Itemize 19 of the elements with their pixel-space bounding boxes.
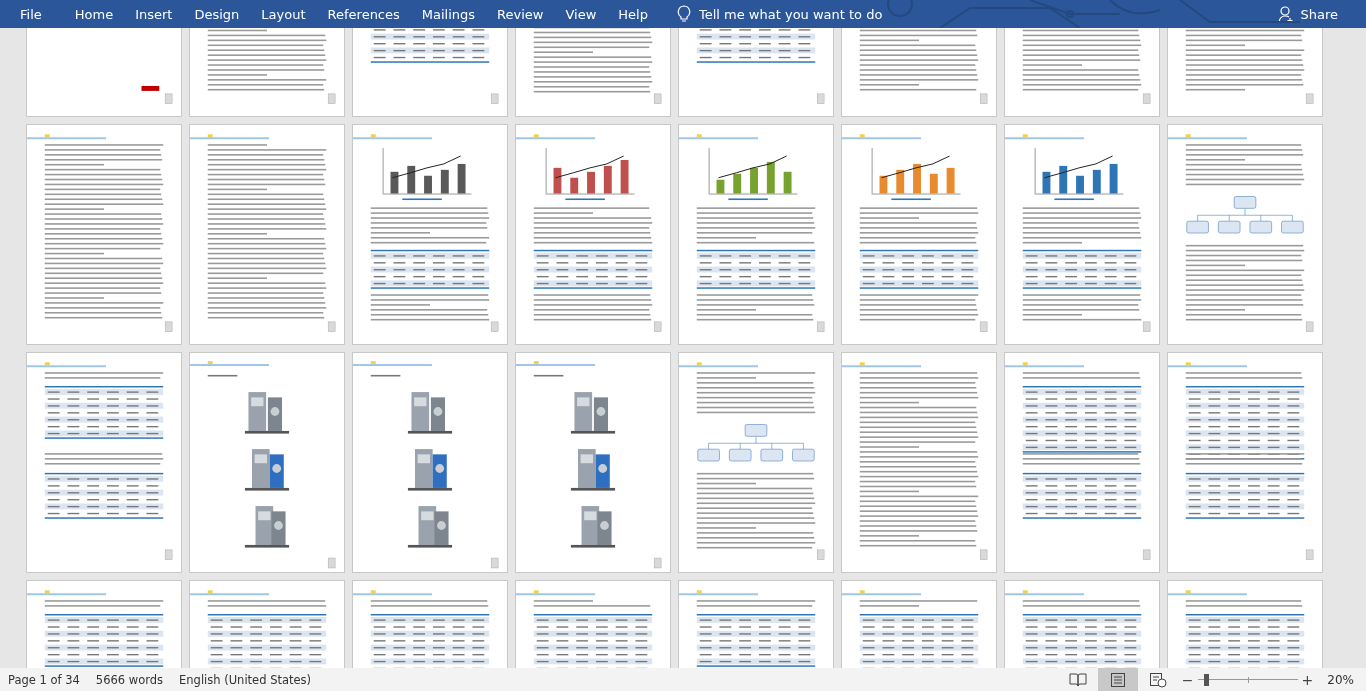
tell-me-text: Tell me what you want to do [699, 6, 883, 22]
zoom-out-button[interactable]: − [1177, 668, 1198, 691]
language: English (United States) [178, 672, 313, 687]
menu-tab[interactable]: References [316, 0, 411, 28]
word-count: 5666 words [94, 672, 165, 687]
tell-me-search[interactable]: Tell me what you want to do [671, 0, 889, 28]
menu-tab[interactable]: Insert [124, 0, 184, 28]
menu-tab[interactable]: Mailings [410, 0, 487, 28]
menu-tab[interactable]: Layout [250, 0, 317, 28]
menu-tab[interactable]: View [554, 0, 608, 28]
share-button[interactable]: Share [1272, 0, 1344, 28]
page-count: Page 1 of 34 [7, 672, 81, 687]
zoom-level: 20% [1326, 672, 1355, 687]
menu-tab[interactable]: File [0, 0, 64, 28]
menu-tab[interactable]: Review [486, 0, 555, 28]
zoom-in-button[interactable]: + [1297, 668, 1318, 691]
menu-tab[interactable]: Help [607, 0, 659, 28]
menu-tab[interactable]: Home [63, 0, 125, 28]
menu-tab[interactable]: Design [183, 0, 251, 28]
